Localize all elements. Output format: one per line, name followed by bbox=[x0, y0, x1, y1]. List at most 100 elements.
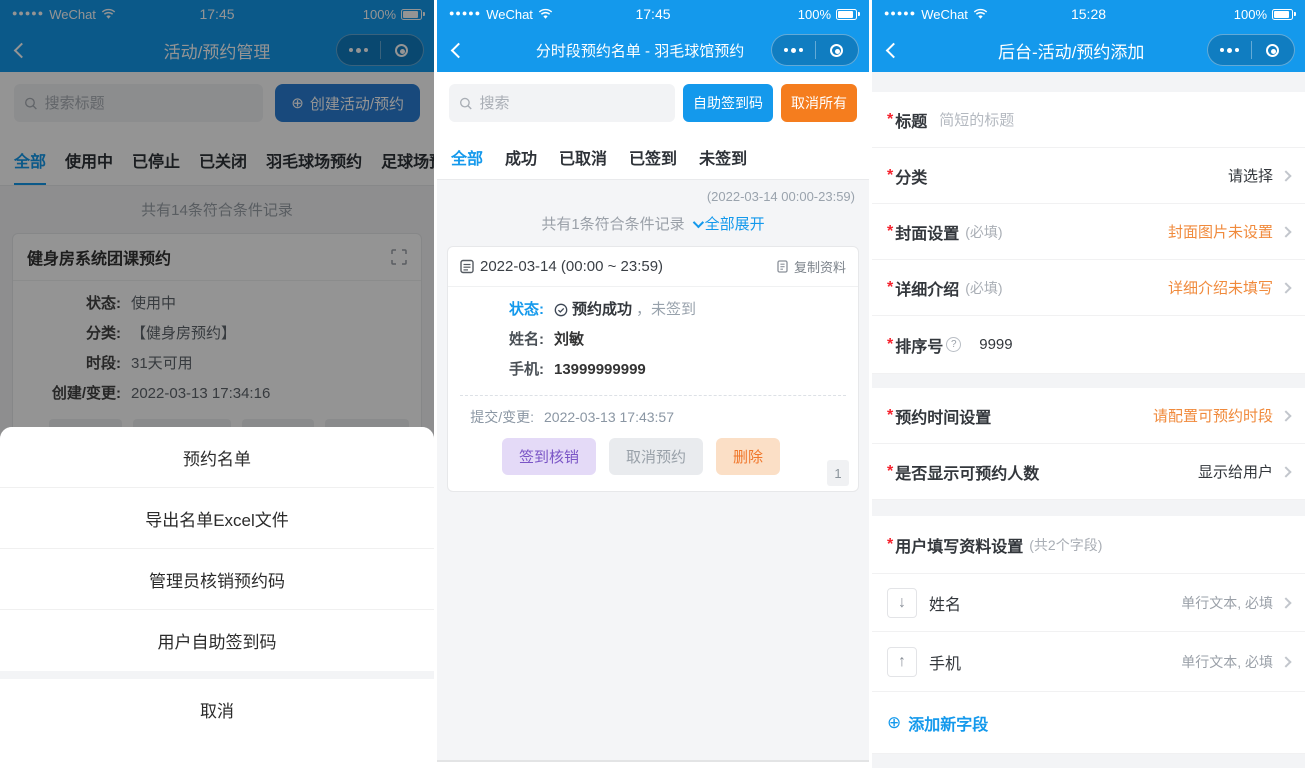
carrier-label: WeChat bbox=[486, 7, 533, 22]
record-row-name: 姓名:刘敏 bbox=[458, 325, 848, 355]
sheet-item-export-excel[interactable]: 导出名单Excel文件 bbox=[0, 488, 434, 549]
cancel-all-button[interactable]: 取消所有 bbox=[781, 84, 857, 122]
self-checkin-code-button[interactable]: 自助签到码 bbox=[683, 84, 773, 122]
status-time: 17:45 bbox=[635, 6, 670, 22]
title-placeholder[interactable]: 简短的标题 bbox=[939, 109, 1014, 130]
list-nav-bar: 分时段预约名单 - 羽毛球馆预约 bbox=[437, 28, 869, 72]
tab-cancelled[interactable]: 已取消 bbox=[559, 134, 607, 180]
action-sheet: 预约名单 导出名单Excel文件 管理员核销预约码 用户自助签到码 取消 bbox=[0, 427, 434, 740]
help-icon[interactable]: ? bbox=[946, 337, 961, 352]
chevron-right-icon bbox=[1280, 466, 1291, 477]
search-field[interactable] bbox=[449, 84, 675, 122]
more-icon[interactable] bbox=[1208, 48, 1251, 53]
form-status-bar: ●●●●● WeChat 15:28 100% bbox=[872, 0, 1305, 28]
move-up-button[interactable]: ↑ bbox=[887, 647, 917, 677]
record-row-submitted: 提交/变更: 2022-03-13 17:43:57 bbox=[448, 396, 858, 432]
form-row-add-field[interactable]: ⊕ 添加新字段 bbox=[872, 692, 1305, 754]
signal-dots-icon: ●●●●● bbox=[884, 8, 916, 18]
form-nav-bar: 后台-活动/预约添加 bbox=[872, 28, 1305, 72]
tab-success[interactable]: 成功 bbox=[505, 134, 537, 180]
cancel-reservation-button[interactable]: 取消预约 bbox=[609, 438, 703, 475]
sheet-cancel-button[interactable]: 取消 bbox=[0, 679, 434, 740]
add-new-field-button[interactable]: ⊕ 添加新字段 bbox=[887, 711, 988, 735]
carrier-label: WeChat bbox=[921, 7, 968, 22]
page-title: 后台-活动/预约添加 bbox=[998, 38, 1144, 63]
tab-checked-in[interactable]: 已签到 bbox=[629, 134, 677, 180]
result-count-text: 共有1条符合条件记录 bbox=[541, 213, 684, 234]
back-icon[interactable] bbox=[886, 42, 902, 58]
copy-data-button[interactable]: 复制资料 bbox=[777, 257, 846, 276]
tab-all[interactable]: 全部 bbox=[451, 134, 483, 180]
checkin-verify-button[interactable]: 签到核销 bbox=[502, 438, 596, 475]
success-icon bbox=[554, 303, 568, 317]
screen-activity-add-form: ●●●●● WeChat 15:28 100% 后台-活动/预约添加 bbox=[872, 0, 1305, 774]
arrow-down-icon: ↓ bbox=[898, 594, 906, 612]
section-gap bbox=[872, 72, 1305, 92]
list-tab-bar: 全部 成功 已取消 已签到 未签到 bbox=[437, 134, 869, 180]
wechat-capsule[interactable] bbox=[1207, 34, 1295, 66]
section-gap bbox=[872, 754, 1305, 768]
record-date-text: 2022-03-14 (00:00 ~ 23:59) bbox=[480, 258, 663, 275]
search-input[interactable] bbox=[480, 95, 666, 112]
battery-icon bbox=[1272, 9, 1293, 20]
list-search-row: 自助签到码 取消所有 bbox=[437, 72, 869, 134]
chevron-right-icon bbox=[1280, 597, 1291, 608]
form-row-field-phone[interactable]: ↑ 手机 单行文本, 必填 bbox=[872, 632, 1305, 692]
status-extra: ，未签到 bbox=[636, 295, 696, 325]
wechat-capsule[interactable] bbox=[771, 34, 859, 66]
chevron-right-icon bbox=[1280, 226, 1291, 237]
form-row-sort[interactable]: *排序号? 9999 bbox=[872, 316, 1305, 374]
section-gap bbox=[872, 500, 1305, 516]
form-row-user-fields-header: *用户填写资料设置(共2个字段) bbox=[872, 516, 1305, 574]
record-row-phone: 手机:13999999999 bbox=[458, 355, 848, 385]
pagination-badge[interactable]: 1 bbox=[827, 460, 849, 486]
search-icon bbox=[459, 96, 473, 111]
form-row-field-name[interactable]: ↓ 姓名 单行文本, 必填 bbox=[872, 574, 1305, 632]
form-row-time-setting[interactable]: *预约时间设置 请配置可预约时段 bbox=[872, 388, 1305, 444]
form-row-title[interactable]: *标题 简短的标题 bbox=[872, 92, 1305, 148]
date-range-text: (2022-03-14 00:00-23:59) bbox=[437, 180, 869, 204]
screen-reservation-list: ●●●●● WeChat 17:45 100% 分时段预约名单 - 羽毛球馆预约 bbox=[437, 0, 869, 762]
reservation-record-card: 2022-03-14 (00:00 ~ 23:59) 复制资料 状态: 预约成功… bbox=[447, 246, 859, 492]
status-time: 15:28 bbox=[1071, 6, 1106, 22]
chevron-right-icon bbox=[1280, 282, 1291, 293]
sort-value[interactable]: 9999 bbox=[979, 336, 1012, 353]
chevron-right-icon bbox=[1280, 410, 1291, 421]
tab-not-checked-in[interactable]: 未签到 bbox=[699, 134, 747, 180]
plus-circle-icon: ⊕ bbox=[887, 713, 901, 733]
wifi-icon bbox=[973, 8, 988, 20]
more-icon[interactable] bbox=[772, 48, 815, 53]
sheet-item-reservation-list[interactable]: 预约名单 bbox=[0, 427, 434, 488]
delete-button[interactable]: 删除 bbox=[716, 438, 780, 475]
sheet-item-admin-verify-code[interactable]: 管理员核销预约码 bbox=[0, 549, 434, 610]
capsule-home-icon[interactable] bbox=[816, 44, 859, 57]
page-title: 分时段预约名单 - 羽毛球馆预约 bbox=[536, 40, 744, 61]
section-gap bbox=[872, 374, 1305, 388]
copy-icon bbox=[777, 260, 790, 274]
battery-percent: 100% bbox=[1234, 7, 1267, 22]
form-row-detail[interactable]: *详细介绍(必填) 详细介绍未填写 bbox=[872, 260, 1305, 316]
capsule-home-icon[interactable] bbox=[1252, 44, 1295, 57]
signal-dots-icon: ●●●●● bbox=[449, 8, 481, 18]
chevron-right-icon bbox=[1280, 656, 1291, 667]
battery-icon bbox=[836, 9, 857, 20]
form-row-cover[interactable]: *封面设置(必填) 封面图片未设置 bbox=[872, 204, 1305, 260]
required-mark: * bbox=[887, 111, 893, 129]
expand-all-link[interactable]: 全部展开 bbox=[693, 213, 765, 234]
screen-activity-manage: ●●●●● WeChat 17:45 100% 活动/预约管理 bbox=[0, 0, 434, 740]
form-row-category[interactable]: *分类 请选择 bbox=[872, 148, 1305, 204]
back-icon[interactable] bbox=[451, 42, 467, 58]
form-row-show-count[interactable]: *是否显示可预约人数 显示给用户 bbox=[872, 444, 1305, 500]
sheet-item-self-checkin-code[interactable]: 用户自助签到码 bbox=[0, 610, 434, 671]
screenshot-canvas: ●●●●● WeChat 17:45 100% 活动/预约管理 bbox=[0, 0, 1305, 774]
sheet-divider bbox=[0, 671, 434, 679]
move-down-button[interactable]: ↓ bbox=[887, 588, 917, 618]
status-value: 预约成功 bbox=[572, 295, 632, 325]
list-status-bar: ●●●●● WeChat 17:45 100% bbox=[437, 0, 869, 28]
chevron-right-icon bbox=[1280, 170, 1291, 181]
wifi-icon bbox=[538, 8, 553, 20]
battery-percent: 100% bbox=[798, 7, 831, 22]
form-header: ●●●●● WeChat 15:28 100% 后台-活动/预约添加 bbox=[872, 0, 1305, 72]
arrow-up-icon: ↑ bbox=[898, 653, 906, 671]
record-row-status: 状态: 预约成功 ，未签到 bbox=[458, 295, 848, 325]
